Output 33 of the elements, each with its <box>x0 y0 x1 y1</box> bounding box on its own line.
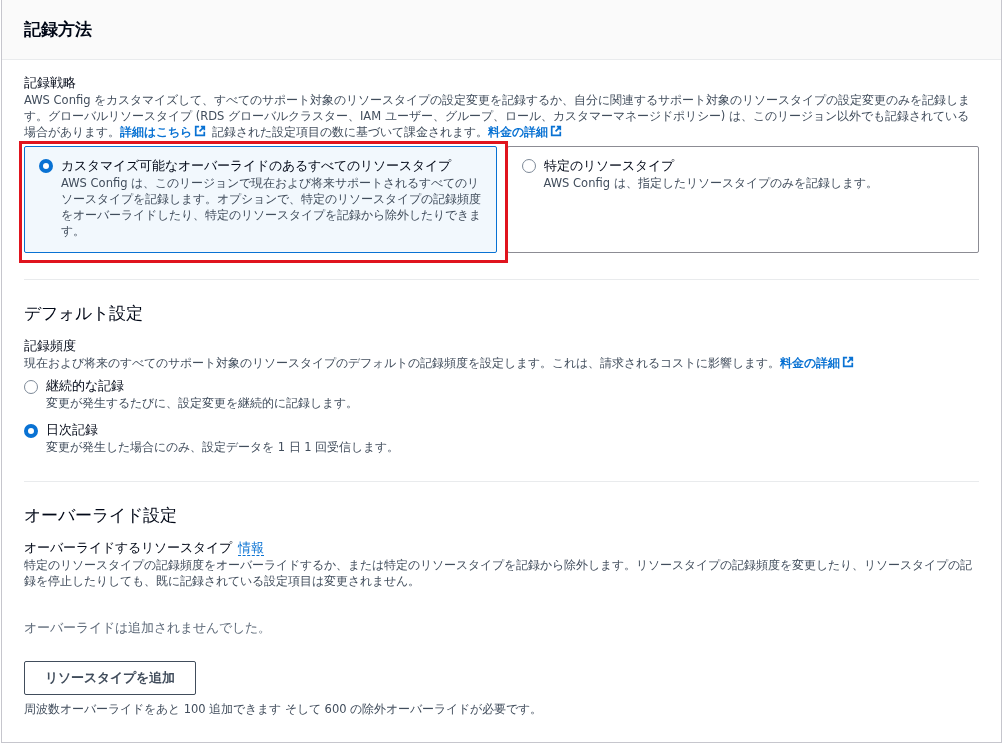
tile-title: 特定のリソースタイプ <box>543 157 676 175</box>
section-title: オーバーライド設定 <box>24 504 178 527</box>
description-text: 現在および将来のすべてのサポート対象のリソースタイプのデフォルトの記録頻度を設定します。これは、請求されるコストに影響します。料金の詳細 <box>24 355 979 371</box>
external-link-icon <box>842 356 854 368</box>
empty-message: オーバーライドは追加されませんでした。 <box>24 619 272 637</box>
option-label: 継続的な記録 <box>46 377 125 395</box>
tile-description: AWS Config は、このリージョンで現在および将来サポートされるすべてのリソースタイプを記録します。オプションで、特定のリソースタイプの記録頻度をオーバーライドしたり、特定のリソースタイプを記録から除外したりできます。 <box>61 175 482 239</box>
option-label: 日次記録 <box>46 421 99 439</box>
tile-description: AWS Config は、指定したリソースタイプのみを記録します。 <box>543 175 878 191</box>
hint-text: 周波数オーバーライドをあと 100 追加できます そして 600 の除外オーバーライドが必要です。 <box>24 701 544 717</box>
option-description: 変更が発生するたびに、設定変更を継続的に記録します。 <box>46 395 358 411</box>
external-link[interactable]: 料金の詳細 <box>487 125 564 139</box>
option-tile[interactable]: 特定のリソースタイプ AWS Config は、指定したリソースタイプのみを記録します。 <box>506 146 979 253</box>
description-text: AWS Config をカスタマイズして、すべてのサポート対象のリソースタイプの設定変更を記録するか、自分に関連するサポート対象のリソースタイプの設定変更のみを記録します。グローバルリソースタイプ (RDS グローバルクラスター、IAM ユーザー、グループ、ロール、カスタマーマネージドポリシー) は、このリージョン以外でも記録されている場合があります。詳細はこちら 記録された設定項目の数に基づいて課金されます。料金の詳細 <box>24 92 972 140</box>
field-label: 記録頻度 <box>24 337 77 355</box>
add-resource-type-button[interactable]: リソースタイプを追加 <box>24 661 196 695</box>
section-title: デフォルト設定 <box>24 302 144 325</box>
external-link-icon <box>549 125 562 137</box>
tile-title: カスタマイズ可能なオーバーライドのあるすべてのリソースタイプ <box>61 157 453 175</box>
option-description: 変更が発生した場合にのみ、設定データを 1 日 1 回受信します。 <box>46 439 400 455</box>
radio-button[interactable] <box>521 159 536 173</box>
option-tile[interactable]: カスタマイズ可能なオーバーライドのあるすべてのリソースタイプ AWS Config は、このリージョンで現在および将来サポートされるすべてのリソースタイプを記録します。オプションで、特定のリソースタイプの記録頻度をオーバーライドしたり、特定のリソースタイプを記録から除外したりできます。 <box>24 146 497 253</box>
field-label: オーバーライドするリソースタイプ <box>24 540 232 555</box>
field-label: 記録戦略 <box>24 74 77 92</box>
external-link-icon <box>194 125 206 137</box>
external-link[interactable]: 料金の詳細 <box>780 356 856 370</box>
radio-button[interactable] <box>39 159 53 173</box>
radio-button[interactable] <box>24 380 38 394</box>
external-link[interactable]: 詳細はこちら <box>120 125 208 139</box>
radio-button[interactable] <box>24 424 38 438</box>
panel-title: 記録方法 <box>24 18 93 41</box>
info-link[interactable]: 情報 <box>238 540 264 556</box>
description-text: 特定のリソースタイプの記録頻度をオーバーライドするか、または特定のリソースタイプを記録から除外します。リソースタイプの記録頻度を変更したり、リソースタイプの記録を停止したりしても、既に記録されている設定項目は変更されません。 <box>24 557 973 589</box>
